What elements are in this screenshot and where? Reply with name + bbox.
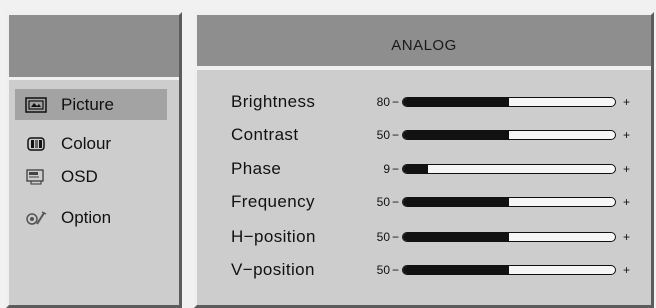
- setting-label: Brightness: [231, 92, 316, 111]
- sidebar-item-option[interactable]: Option: [15, 202, 167, 233]
- slider-fill: [403, 266, 510, 274]
- frequency-slider[interactable]: [402, 197, 617, 207]
- slider-fill: [403, 98, 510, 106]
- setting-value: 50: [376, 128, 390, 142]
- panel-header: ANALOG: [197, 15, 651, 70]
- settings-panel: ANALOG Brightness 80 − + Contrast 50 − +…: [194, 12, 654, 308]
- colour-icon: [25, 136, 47, 152]
- sidebar-item-label: Picture: [61, 94, 114, 114]
- sidebar-item-colour[interactable]: Colour: [15, 128, 167, 159]
- plus-icon[interactable]: +: [623, 263, 630, 277]
- minus-icon[interactable]: −: [392, 162, 399, 176]
- slider-fill: [403, 131, 510, 139]
- minus-icon[interactable]: −: [392, 195, 399, 209]
- slider-fill: [403, 198, 510, 206]
- brightness-slider[interactable]: [402, 97, 617, 107]
- sidebar-panel: Picture Colour OSD Option: [6, 12, 182, 308]
- minus-icon[interactable]: −: [392, 230, 399, 244]
- phase-slider[interactable]: [402, 164, 617, 174]
- setting-row-contrast: Contrast 50 − +: [231, 123, 630, 147]
- setting-label: Phase: [231, 159, 282, 178]
- sidebar-header: [9, 15, 179, 80]
- plus-icon[interactable]: +: [623, 195, 630, 209]
- setting-value: 50: [376, 195, 390, 209]
- v-position-slider[interactable]: [402, 265, 617, 275]
- setting-label: Contrast: [231, 125, 299, 144]
- setting-label: Frequency: [231, 192, 315, 211]
- setting-label: V−position: [231, 260, 315, 279]
- h-position-slider[interactable]: [402, 232, 617, 242]
- picture-icon: [25, 96, 47, 113]
- setting-value: 80: [376, 95, 390, 109]
- setting-value: 50: [376, 230, 390, 244]
- contrast-slider[interactable]: [402, 130, 617, 140]
- sidebar-item-label: OSD: [61, 166, 98, 186]
- setting-value: 9: [383, 162, 390, 176]
- minus-icon[interactable]: −: [392, 263, 399, 277]
- page-title: ANALOG: [391, 37, 457, 54]
- plus-icon[interactable]: +: [623, 162, 630, 176]
- sidebar-item-picture[interactable]: Picture: [15, 89, 167, 120]
- plus-icon[interactable]: +: [623, 128, 630, 142]
- slider-fill: [403, 165, 429, 173]
- setting-value: 50: [376, 263, 390, 277]
- slider-fill: [403, 233, 510, 241]
- minus-icon[interactable]: −: [392, 128, 399, 142]
- plus-icon[interactable]: +: [623, 95, 630, 109]
- option-icon: [25, 210, 47, 226]
- setting-row-brightness: Brightness 80 − +: [231, 90, 630, 114]
- osd-icon: [25, 168, 47, 185]
- sidebar-item-label: Colour: [61, 133, 112, 153]
- setting-row-v-position: V−position 50 − +: [231, 258, 630, 282]
- setting-label: H−position: [231, 227, 316, 246]
- setting-row-frequency: Frequency 50 − +: [231, 190, 630, 214]
- setting-row-h-position: H−position 50 − +: [231, 225, 630, 249]
- plus-icon[interactable]: +: [623, 230, 630, 244]
- sidebar-item-osd[interactable]: OSD: [15, 161, 167, 192]
- minus-icon[interactable]: −: [392, 95, 399, 109]
- sidebar-item-label: Option: [61, 207, 112, 227]
- setting-row-phase: Phase 9 − +: [231, 157, 630, 181]
